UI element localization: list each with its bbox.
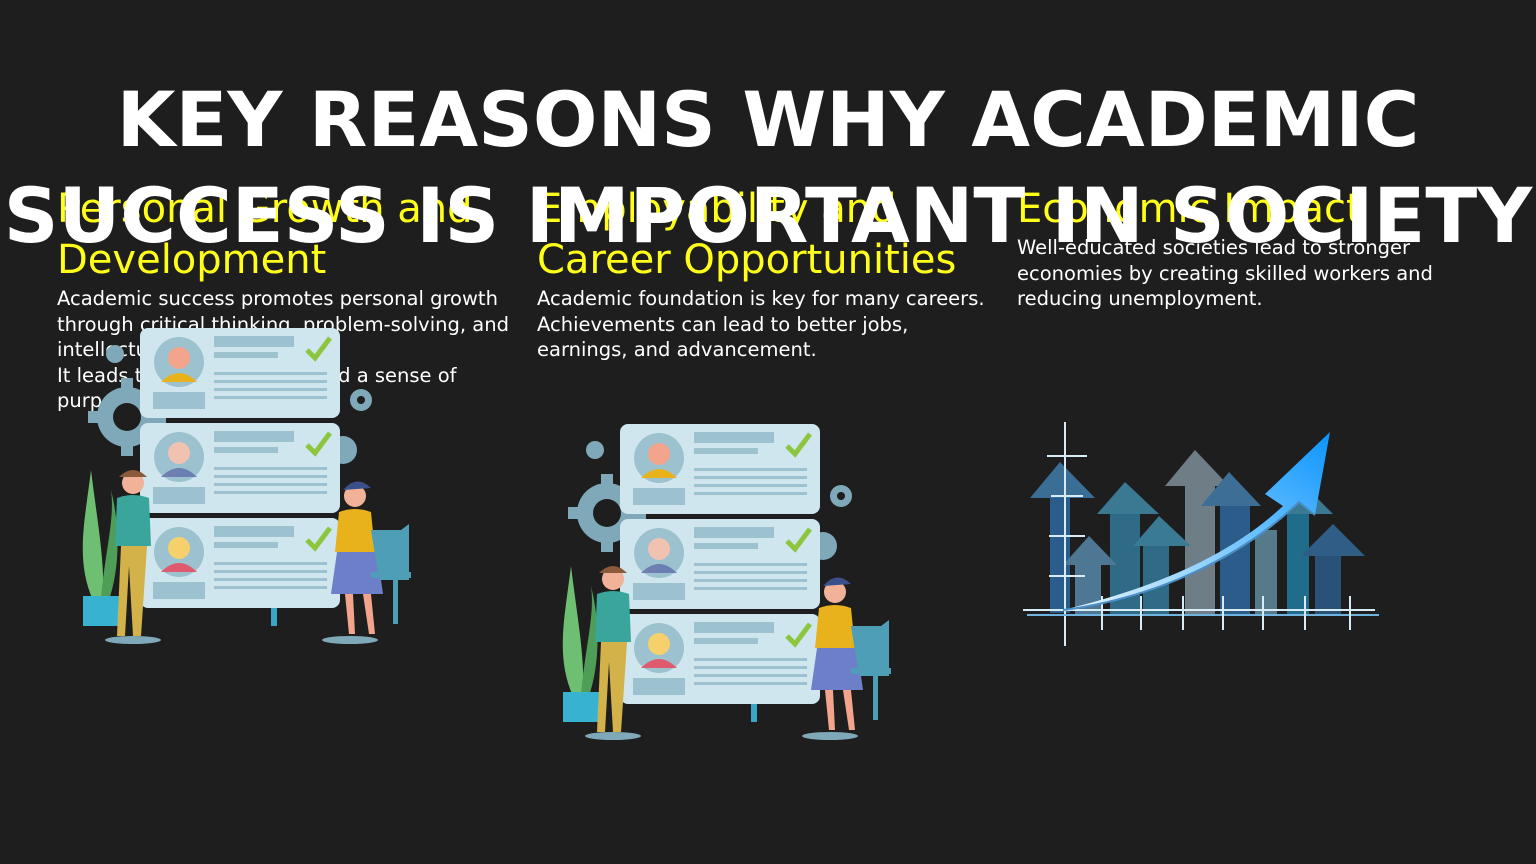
resume-card	[620, 614, 820, 722]
resume-card	[620, 424, 820, 514]
resume-card	[140, 328, 340, 418]
column-body: Academic foundation is key for many care…	[537, 287, 985, 362]
page-title: KEY REASONS WHY ACADEMIC SUCCESS IS IMPO…	[3, 75, 1533, 260]
resume-card	[620, 519, 820, 609]
resume-card	[140, 518, 340, 626]
resume-candidates-illustration	[562, 424, 891, 740]
resume-card	[140, 423, 340, 513]
rising-arrow-bar-chart-illustration	[1023, 422, 1379, 646]
resume-candidates-illustration	[82, 328, 411, 644]
